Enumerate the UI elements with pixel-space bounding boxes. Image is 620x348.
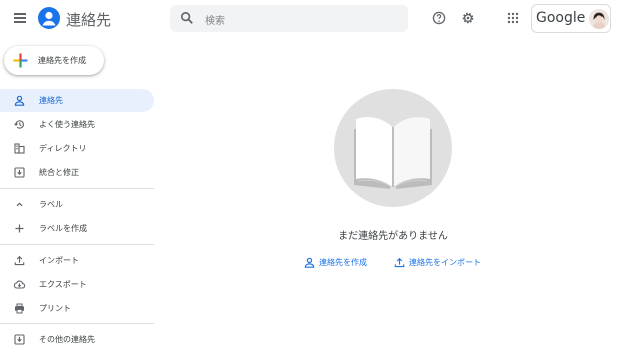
sidebar-divider — [0, 188, 154, 189]
sidebar-item-merge-fix[interactable]: 統合と修正 — [0, 161, 154, 184]
sidebar-divider — [0, 323, 154, 324]
empty-create-contact-label: 連絡先を作成 — [319, 258, 367, 267]
history-icon — [14, 120, 24, 129]
search-icon[interactable] — [180, 11, 194, 25]
help-icon[interactable] — [432, 11, 446, 25]
upload-icon — [394, 257, 405, 268]
upload-icon — [14, 255, 25, 266]
create-contact-label: 連絡先を作成 — [38, 56, 86, 65]
chevron-up-icon — [16, 202, 23, 207]
main-menu-icon[interactable] — [13, 11, 27, 25]
google-brand: Google — [536, 10, 586, 26]
settings-gear-icon[interactable] — [461, 11, 475, 25]
sidebar-item-labels[interactable]: ラベル — [0, 193, 154, 216]
apps-grid-icon[interactable] — [506, 11, 520, 25]
empty-state-book-illustration — [334, 89, 452, 207]
sidebar-item-import[interactable]: インポート — [0, 249, 154, 272]
directory-icon — [14, 143, 25, 154]
top-bar: 連絡先 検索 Google — [0, 0, 620, 38]
sidebar-item-label: エクスポート — [39, 280, 87, 289]
search-input[interactable]: 検索 — [205, 12, 225, 27]
sidebar-item-label: ディレクトリ — [39, 144, 87, 153]
cloud-download-icon — [14, 280, 25, 289]
sidebar-item-export[interactable]: エクスポート — [0, 273, 154, 296]
sidebar-item-label: ラベルを作成 — [39, 224, 87, 233]
account-switcher[interactable]: Google — [531, 4, 611, 33]
empty-create-contact-link[interactable]: 連絡先を作成 — [304, 256, 374, 270]
other-contacts-icon — [14, 334, 25, 345]
empty-import-contacts-label: 連絡先をインポート — [409, 258, 481, 267]
merge-icon — [14, 167, 25, 178]
person-icon — [304, 257, 315, 268]
sidebar-item-label: よく使う連絡先 — [39, 120, 95, 129]
contacts-logo-icon[interactable] — [38, 7, 60, 29]
avatar[interactable] — [589, 9, 609, 29]
search-bar[interactable]: 検索 — [170, 5, 408, 32]
create-contact-button[interactable]: 連絡先を作成 — [4, 46, 104, 75]
empty-state-title: まだ連絡先がありません — [338, 231, 448, 242]
app-title[interactable]: 連絡先 — [66, 9, 111, 30]
person-icon — [14, 95, 25, 106]
sidebar-item-frequent[interactable]: よく使う連絡先 — [0, 113, 154, 136]
sidebar-item-label: 連絡先 — [39, 96, 63, 105]
sidebar-item-other-contacts[interactable]: その他の連絡先 — [0, 328, 154, 348]
sidebar-item-label: インポート — [39, 256, 79, 265]
empty-import-contacts-link[interactable]: 連絡先をインポート — [394, 256, 486, 270]
sidebar-item-directory[interactable]: ディレクトリ — [0, 137, 154, 160]
sidebar-item-label: プリント — [39, 304, 71, 313]
plus-icon — [15, 224, 24, 233]
sidebar-item-print[interactable]: プリント — [0, 297, 154, 320]
sidebar-divider — [0, 244, 154, 245]
sidebar-item-label: その他の連絡先 — [39, 335, 95, 344]
print-icon — [15, 303, 24, 314]
sidebar-item-label: ラベル — [39, 200, 63, 209]
sidebar-item-contacts[interactable]: 連絡先 — [0, 89, 154, 112]
colorful-plus-icon — [13, 53, 28, 68]
sidebar-item-label: 統合と修正 — [39, 168, 79, 177]
sidebar-item-create-label[interactable]: ラベルを作成 — [0, 217, 154, 240]
